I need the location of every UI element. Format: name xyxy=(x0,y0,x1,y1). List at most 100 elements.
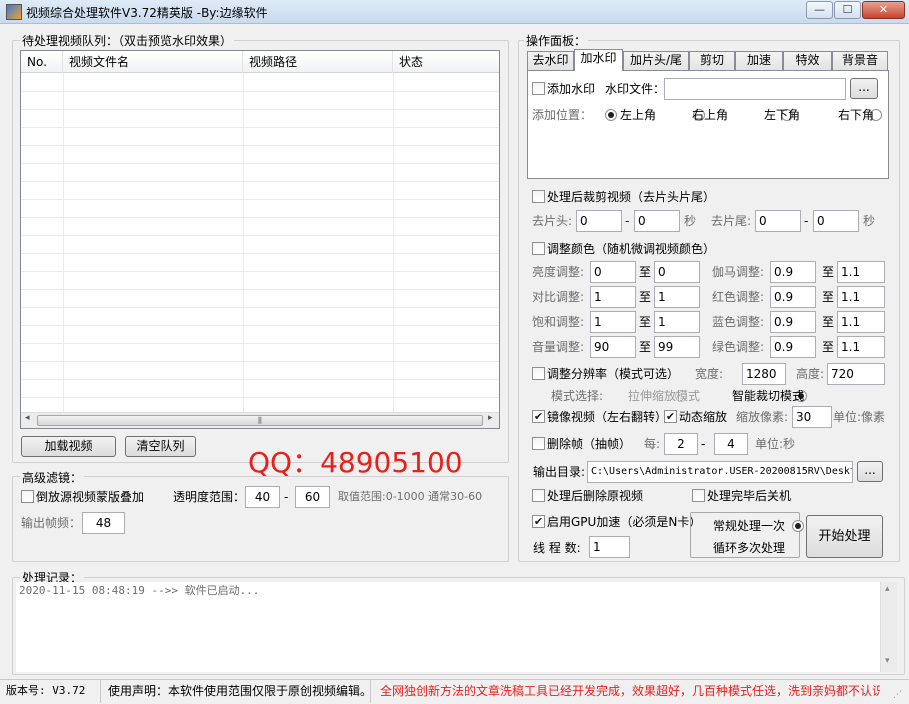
volume-to-input[interactable]: 99 xyxy=(654,336,700,358)
reverse-overlay-label[interactable]: 倒放源视频蒙版叠加 xyxy=(36,490,144,504)
stretch-mode-label[interactable]: 拉伸缩放模式 xyxy=(628,389,700,403)
trim-checkbox[interactable] xyxy=(532,190,545,203)
add-watermark-label[interactable]: 添加水印 xyxy=(547,82,595,96)
opacity-max-input[interactable]: 60 xyxy=(295,486,330,508)
crop-mode-label[interactable]: 智能裁切模式 xyxy=(732,389,804,403)
delete-source-checkbox[interactable] xyxy=(532,489,545,502)
green-to-input[interactable]: 1.1 xyxy=(837,336,885,358)
red-to-input[interactable]: 1.1 xyxy=(837,286,885,308)
volume-from-input[interactable]: 90 xyxy=(590,336,636,358)
position-label: 添加位置： xyxy=(532,108,593,122)
position-top-left-label[interactable]: 左上角 xyxy=(620,108,656,122)
horizontal-scrollbar[interactable]: ◂ ⫼ ▸ xyxy=(21,412,499,428)
column-header-path[interactable]: 视频路径 xyxy=(243,51,393,73)
gamma-from-input[interactable]: 0.9 xyxy=(770,261,816,283)
output-dir-input[interactable]: C:\Users\Administrator.USER-20200815RV\D… xyxy=(587,461,853,483)
trim-tail-to-input[interactable]: 0 xyxy=(813,210,859,232)
trim-head-to-input[interactable]: 0 xyxy=(634,210,680,232)
blue-from-input[interactable]: 0.9 xyxy=(770,311,816,333)
trim-tail-from-input[interactable]: 0 xyxy=(755,210,801,232)
resolution-checkbox[interactable] xyxy=(532,367,545,380)
column-header-status[interactable]: 状态 xyxy=(393,51,499,73)
delete-source-label[interactable]: 处理后删除原视频 xyxy=(547,489,643,503)
tab-add-watermark[interactable]: 加水印 xyxy=(574,49,623,71)
column-header-filename[interactable]: 视频文件名 xyxy=(63,51,243,73)
drop-frames-checkbox[interactable] xyxy=(532,437,545,450)
mirror-label[interactable]: 镜像视频（左右翻转） xyxy=(547,410,667,424)
gpu-checkbox[interactable] xyxy=(532,515,545,528)
load-video-button[interactable]: 加载视频 xyxy=(21,436,116,457)
advanced-filter-title: 高级滤镜： xyxy=(20,469,85,486)
shutdown-label[interactable]: 处理完毕后关机 xyxy=(707,489,791,503)
position-top-right-label[interactable]: 右上角 xyxy=(692,108,728,122)
gpu-label[interactable]: 启用GPU加速（必须是N卡） xyxy=(547,515,701,529)
position-bottom-left-label[interactable]: 左下角 xyxy=(764,108,800,122)
close-button[interactable]: ✕ xyxy=(862,1,905,19)
gamma-label: 伽马调整: xyxy=(712,265,765,279)
saturation-from-input[interactable]: 1 xyxy=(590,311,636,333)
column-header-no[interactable]: No. xyxy=(21,51,63,73)
radio-run-once[interactable] xyxy=(791,520,804,532)
start-process-button[interactable]: 开始处理 xyxy=(806,515,883,558)
tab-cut[interactable]: 剪切 xyxy=(689,51,735,70)
scroll-right-icon[interactable]: ▸ xyxy=(488,413,493,423)
add-watermark-checkbox[interactable] xyxy=(532,82,545,95)
scroll-left-icon[interactable]: ◂ xyxy=(25,413,30,423)
color-label[interactable]: 调整颜色（随机微调视频颜色） xyxy=(547,242,715,256)
threads-input[interactable]: 1 xyxy=(589,536,630,558)
height-input[interactable]: 720 xyxy=(827,363,885,385)
brightness-from-input[interactable]: 0 xyxy=(590,261,636,283)
maximize-button[interactable]: ☐ xyxy=(834,1,861,19)
position-bottom-right-label[interactable]: 右下角 xyxy=(838,108,874,122)
log-scrollbar[interactable]: ▴ ▾ xyxy=(880,582,897,672)
drop-frames-label[interactable]: 删除帧（抽帧） xyxy=(547,437,631,451)
tab-remove-watermark[interactable]: 去水印 xyxy=(527,51,574,70)
reverse-overlay-checkbox[interactable] xyxy=(21,490,34,503)
scroll-up-icon[interactable]: ▴ xyxy=(885,584,890,594)
log-area[interactable]: 2020-11-15 08:48:19 -->> 软件已启动... xyxy=(16,582,880,672)
minimize-button[interactable]: — xyxy=(806,1,833,19)
run-loop-label[interactable]: 循环多次处理 xyxy=(713,541,785,555)
tab-effects[interactable]: 特效 xyxy=(783,51,832,70)
scroll-thumb[interactable]: ⫼ xyxy=(37,415,483,426)
zoom-pixels-input[interactable]: 30 xyxy=(792,406,832,428)
green-from-input[interactable]: 0.9 xyxy=(770,336,816,358)
watermark-browse-button[interactable]: ... xyxy=(850,78,878,99)
tab-intro-outro[interactable]: 加片头/尾 xyxy=(623,51,689,70)
radio-top-left[interactable] xyxy=(605,109,617,121)
scroll-down-icon[interactable]: ▾ xyxy=(885,656,890,666)
watermark-file-input[interactable] xyxy=(664,78,846,100)
trim-head-from-input[interactable]: 0 xyxy=(576,210,622,232)
mirror-checkbox[interactable] xyxy=(532,410,545,423)
drop-from-input[interactable]: 2 xyxy=(664,433,698,455)
resize-grip-icon[interactable]: ⋰ xyxy=(893,689,905,701)
resolution-label[interactable]: 调整分辨率（模式可选） xyxy=(547,367,679,381)
tab-bgm[interactable]: 背景音 xyxy=(832,51,888,70)
status-separator xyxy=(100,680,101,703)
gamma-to-input[interactable]: 1.1 xyxy=(837,261,885,283)
saturation-to-input[interactable]: 1 xyxy=(654,311,700,333)
table-row xyxy=(21,163,499,164)
width-input[interactable]: 1280 xyxy=(742,363,786,385)
run-once-label[interactable]: 常规处理一次 xyxy=(713,519,785,533)
height-label: 高度: xyxy=(796,367,825,381)
dynamic-zoom-checkbox[interactable] xyxy=(664,410,677,423)
color-checkbox[interactable] xyxy=(532,242,545,255)
fps-input[interactable]: 48 xyxy=(82,512,125,534)
drop-to-input[interactable]: 4 xyxy=(714,433,748,455)
output-dir-browse-button[interactable]: ... xyxy=(857,461,883,482)
trim-label[interactable]: 处理后裁剪视频（去片头片尾） xyxy=(547,190,715,204)
video-queue-list[interactable]: No. 视频文件名 视频路径 状态 ◂ ⫼ ▸ xyxy=(20,50,500,429)
blue-to-input[interactable]: 1.1 xyxy=(837,311,885,333)
dynamic-zoom-label[interactable]: 动态缩放 xyxy=(679,410,727,424)
trim-tail-dash: - xyxy=(804,214,809,228)
clear-queue-button[interactable]: 清空队列 xyxy=(125,436,196,457)
contrast-to-input[interactable]: 1 xyxy=(654,286,700,308)
red-from-input[interactable]: 0.9 xyxy=(770,286,816,308)
drop-every-label: 每: xyxy=(644,437,661,451)
brightness-to-input[interactable]: 0 xyxy=(654,261,700,283)
tab-speed[interactable]: 加速 xyxy=(735,51,783,70)
opacity-min-input[interactable]: 40 xyxy=(245,486,280,508)
shutdown-checkbox[interactable] xyxy=(692,489,705,502)
contrast-from-input[interactable]: 1 xyxy=(590,286,636,308)
